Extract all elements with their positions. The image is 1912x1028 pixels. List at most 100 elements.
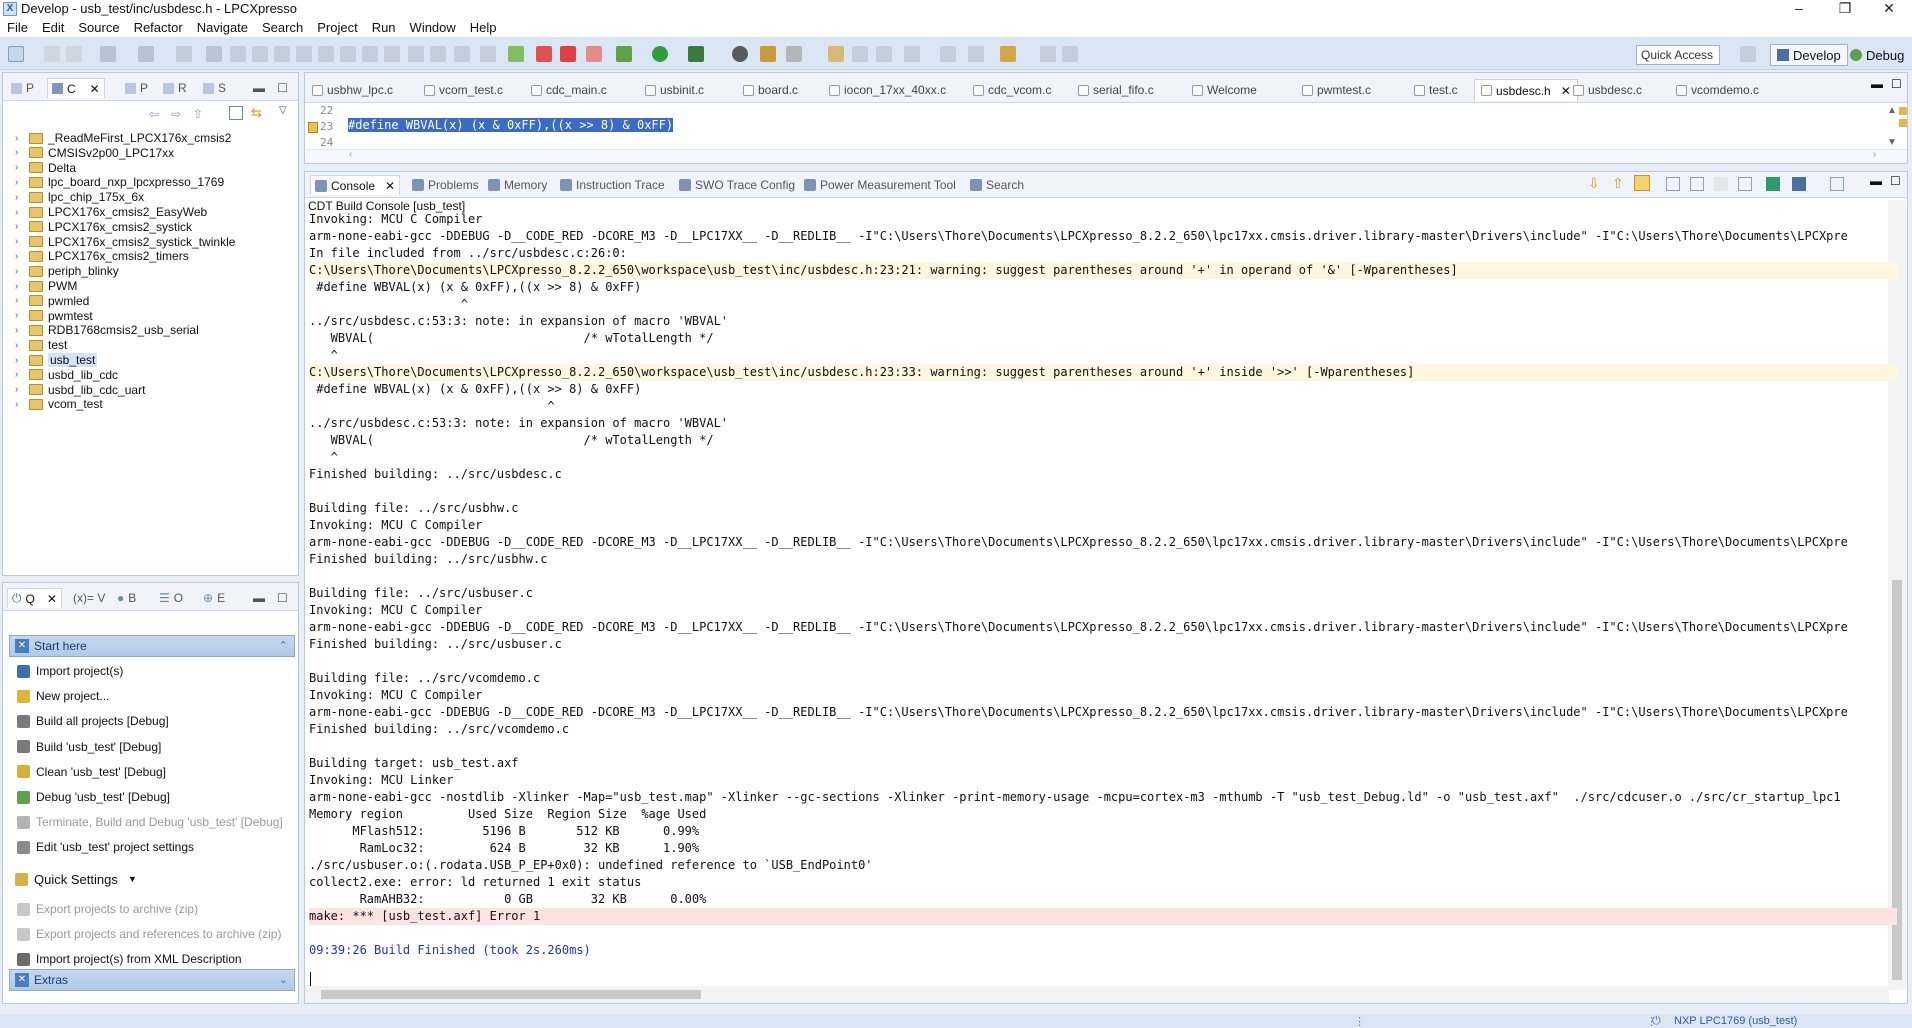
collapse-all-icon[interactable] (229, 106, 243, 120)
expand-section-icon[interactable]: ⌄ (279, 973, 288, 986)
restart-icon[interactable] (384, 46, 400, 62)
menu-navigate[interactable]: Navigate (190, 20, 255, 35)
tab-breakpoints[interactable]: ● B (113, 588, 140, 608)
tab-expressions[interactable]: ⊕ E (199, 588, 229, 608)
quick-settings-dropdown[interactable]: Quick Settings ▼ (15, 869, 137, 889)
back-nav-icon[interactable]: ⇦ (149, 107, 159, 121)
editor-tab[interactable]: serial_fifo.c (1078, 79, 1154, 101)
disconnect-icon[interactable] (296, 46, 312, 62)
new-console-icon[interactable] (1830, 177, 1844, 191)
close-tab-icon[interactable]: ✕ (1561, 84, 1571, 98)
chevron-right-icon[interactable]: › (15, 147, 27, 158)
scroll-right-icon[interactable]: › (1873, 149, 1876, 160)
instruction-step-icon[interactable] (408, 46, 424, 62)
forward-nav-icon[interactable]: ⇨ (171, 107, 181, 121)
code-line[interactable]: #define WBVAL(x) (x & 0xFF),((x >> 8) & … (348, 118, 674, 132)
clean-icon[interactable] (176, 46, 192, 62)
target-status[interactable]: NXP LPC1769 (usb_test) (1674, 1015, 1797, 1027)
minimize-console-button[interactable]: ▬ (1870, 174, 1882, 188)
overview-marker[interactable] (1899, 107, 1907, 115)
layout-icon[interactable] (480, 46, 496, 62)
chevron-right-icon[interactable]: › (15, 207, 27, 218)
tab-quickstart[interactable]: ⏻ Q ✕ (7, 588, 62, 608)
chevron-right-icon[interactable]: › (15, 295, 27, 306)
suspend-icon[interactable] (252, 46, 268, 62)
chevron-right-icon[interactable]: › (15, 399, 27, 410)
quick-access-input[interactable]: Quick Access (1636, 45, 1720, 65)
minimize-button[interactable]: – (1776, 0, 1822, 17)
perspective-debug[interactable]: Debug (1844, 44, 1910, 66)
pencil-icon[interactable] (828, 46, 844, 62)
editor-tab[interactable]: usbhw_lpc.c (312, 79, 393, 101)
maximize-panel-button[interactable]: ☐ (273, 78, 292, 98)
editor-hscrollbar[interactable] (305, 149, 1907, 163)
menu-edit[interactable]: Edit (35, 20, 71, 35)
editor-tab[interactable]: cdc_vcom.c (973, 79, 1051, 101)
menu-search[interactable]: Search (255, 20, 310, 35)
link-editor-icon[interactable]: ⇆ (251, 105, 262, 121)
view-menu-icon[interactable]: ▽ (279, 105, 287, 116)
resume-icon[interactable] (230, 46, 246, 62)
build-icon[interactable] (138, 46, 154, 62)
tab-swo-trace-config[interactable]: SWO Trace Config (675, 175, 799, 195)
tab-console[interactable]: Console ✕ (310, 175, 401, 195)
external-tools-icon[interactable] (688, 46, 704, 62)
close-tab-icon[interactable]: ✕ (47, 592, 57, 606)
perspective-develop[interactable]: Develop (1770, 44, 1848, 66)
display-console-icon[interactable] (1766, 177, 1780, 191)
prev-error-icon[interactable]: ⇧ (1612, 175, 1624, 192)
tab-power-measurement-tool[interactable]: Power Measurement Tool (800, 175, 960, 195)
tab-search[interactable]: Search (966, 175, 1028, 195)
chevron-right-icon[interactable]: › (15, 236, 27, 247)
open-console-icon[interactable] (1792, 177, 1806, 191)
editor-tab[interactable]: vcom_test.c (424, 79, 503, 101)
word-wrap-icon[interactable] (1714, 177, 1728, 191)
chevron-right-icon[interactable]: › (15, 177, 27, 188)
import-project-link[interactable]: Import project(s) (17, 661, 123, 681)
view-icon[interactable] (430, 46, 446, 62)
link-icon[interactable] (536, 46, 552, 62)
editor-tab[interactable]: pwmtest.c (1302, 79, 1371, 101)
close-tab-icon[interactable]: ✕ (385, 179, 395, 193)
chevron-right-icon[interactable]: › (15, 281, 27, 292)
up-nav-icon[interactable]: ⇧ (193, 107, 203, 121)
warning-marker-icon[interactable] (308, 122, 318, 133)
overview-marker[interactable] (1899, 119, 1907, 127)
save-all-icon[interactable] (66, 46, 82, 62)
debug-step-icon[interactable] (206, 46, 222, 62)
menu-project[interactable]: Project (310, 20, 364, 35)
minimize-editor-button[interactable]: ▬ (1871, 77, 1883, 91)
tab-memory[interactable]: Memory (484, 175, 551, 195)
editor-tab[interactable]: vcomdemo.c (1676, 79, 1759, 101)
chevron-right-icon[interactable]: › (15, 325, 27, 336)
build-project-link[interactable]: Build 'usb_test' [Debug] (17, 737, 161, 757)
console-caret[interactable] (310, 972, 311, 986)
run-icon[interactable] (652, 46, 668, 62)
console-hscrollbar[interactable] (305, 986, 1889, 1003)
clean-project-link[interactable]: Clean 'usb_test' [Debug] (17, 762, 166, 782)
start-here-header[interactable]: ✕ Start here ⌃ (9, 635, 295, 657)
disconnect-red-icon[interactable] (560, 46, 576, 62)
chevron-right-icon[interactable]: › (15, 369, 27, 380)
scroll-left-icon[interactable]: ‹ (349, 149, 352, 160)
step-into-icon[interactable] (318, 46, 334, 62)
new-icon[interactable] (8, 46, 24, 62)
forward-icon[interactable] (1040, 46, 1056, 62)
prev-annotation-icon[interactable] (968, 46, 984, 62)
editor-tab[interactable]: usbdesc.h ✕ (1474, 79, 1578, 101)
editor-tab[interactable]: usbinit.c (645, 79, 704, 101)
menu-window[interactable]: Window (403, 20, 463, 35)
target-icon[interactable] (732, 46, 748, 62)
maximize-button[interactable]: ❐ (1822, 0, 1868, 17)
editor-tab[interactable]: usbdesc.c (1573, 79, 1642, 101)
tab-project[interactable]: P (7, 78, 38, 98)
editor-tab[interactable]: Welcome (1192, 79, 1257, 101)
toggle-icon[interactable] (852, 46, 868, 62)
edit-settings-link[interactable]: Edit 'usb_test' project settings (17, 837, 194, 857)
next-error-icon[interactable]: ⇩ (1588, 175, 1600, 192)
clear-console-icon[interactable] (1666, 177, 1680, 191)
minimize-panel-button[interactable]: ▬ (249, 588, 269, 608)
maximize-console-button[interactable]: ☐ (1890, 174, 1901, 188)
tab-problems[interactable]: Problems (408, 175, 483, 195)
tab-s[interactable]: S (199, 78, 230, 98)
